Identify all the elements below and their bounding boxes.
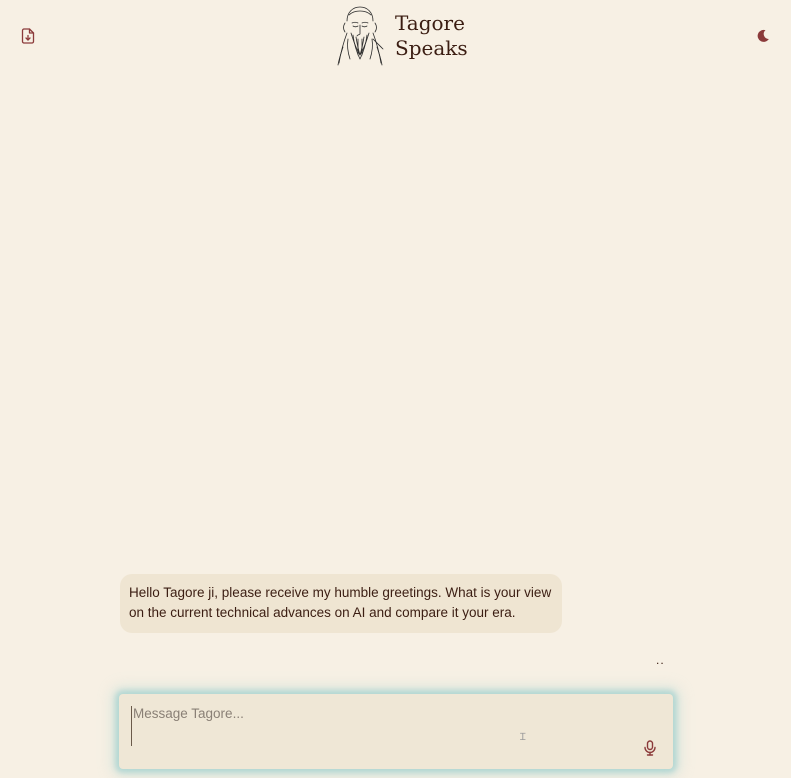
message-input[interactable]	[131, 706, 633, 746]
typing-indicator: ..	[656, 653, 665, 667]
message-composer: Ɪ	[119, 694, 673, 769]
file-download-icon	[21, 28, 35, 44]
brand: Tagore Speaks	[333, 3, 475, 69]
app-header: Tagore Speaks	[0, 0, 791, 72]
app-title-line-1: Tagore	[395, 11, 465, 35]
app-title-line-2: Speaks	[395, 36, 468, 60]
user-message-text: Hello Tagore ji, please receive my humbl…	[129, 585, 552, 620]
tagore-portrait	[337, 6, 384, 66]
chat-area: Hello Tagore ji, please receive my humbl…	[0, 72, 791, 682]
mic-icon	[644, 740, 656, 756]
moon-icon	[757, 29, 769, 42]
user-message-bubble: Hello Tagore ji, please receive my humbl…	[120, 574, 562, 633]
download-transcript-button[interactable]	[17, 25, 39, 47]
voice-input-button[interactable]	[640, 738, 660, 758]
theme-toggle-button[interactable]	[752, 25, 774, 47]
text-cursor-icon: Ɪ	[520, 732, 526, 743]
app-title: Tagore Speaks	[395, 11, 475, 61]
